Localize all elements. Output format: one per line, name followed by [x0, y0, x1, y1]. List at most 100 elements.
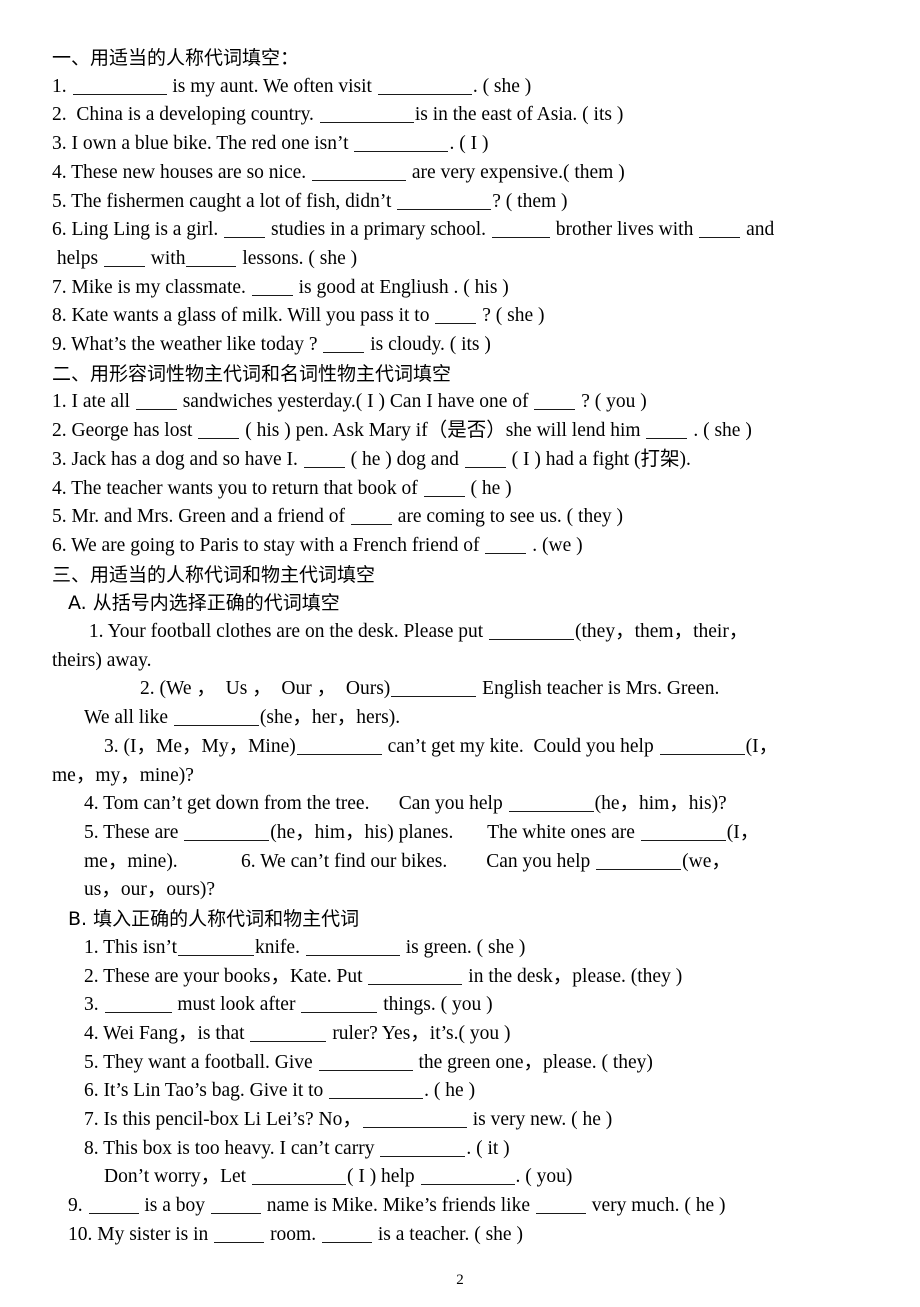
question-text: ? ( she ) — [477, 305, 545, 327]
fill-in-blank[interactable] — [305, 940, 400, 956]
fill-in-blank[interactable] — [659, 739, 745, 755]
question-text: 6. It’s Lin Tao’s bag. Give it to — [84, 1080, 329, 1102]
fill-in-blank[interactable] — [321, 1227, 372, 1243]
fill-in-blank[interactable] — [329, 1083, 424, 1100]
fill-in-blank[interactable] — [319, 107, 414, 124]
fill-in-blank[interactable] — [198, 423, 240, 440]
fill-in-blank[interactable] — [301, 997, 378, 1014]
question-line: 2. China is a developing country. is in … — [52, 101, 890, 130]
question-text: can’t get my kite. Could you help — [382, 735, 659, 757]
question-text: 7. Is this pencil-box Li Lei’s? No， — [84, 1109, 362, 1131]
question-text: 8. Kate wants a glass of milk. Will you … — [52, 305, 435, 327]
fill-in-blank[interactable] — [377, 79, 472, 95]
subsection-heading: B. 填入正确的人称代词和物主代词 — [68, 908, 360, 931]
question-text: are very expensive.( them ) — [407, 161, 625, 183]
fill-in-blank[interactable] — [699, 222, 741, 239]
fill-in-blank[interactable] — [303, 452, 345, 468]
question-text: (he，him，his)? — [594, 793, 727, 815]
fill-in-blank[interactable] — [491, 222, 550, 239]
question-text: (she，her，hers). — [259, 707, 401, 729]
question-text: 5. They want a football. Give — [84, 1051, 318, 1073]
fill-in-blank[interactable] — [397, 194, 492, 210]
question-text: with — [145, 247, 186, 269]
question-line: 3. (I，Me，My，Mine) can’t get my kite. Cou… — [52, 733, 890, 762]
fill-in-blank[interactable] — [646, 423, 688, 440]
fill-in-blank[interactable] — [178, 940, 255, 956]
fill-in-blank[interactable] — [534, 394, 576, 411]
question-line: 9. is a boy name is Mike. Mike’s friends… — [52, 1192, 890, 1221]
fill-in-blank[interactable] — [508, 796, 594, 813]
question-text: sandwiches yesterday.( I ) Can I have on… — [177, 391, 534, 413]
fill-in-blank[interactable] — [250, 1026, 327, 1042]
question-text: brother lives with — [550, 219, 699, 241]
question-text: in the desk，please. (they ) — [463, 965, 683, 987]
question-text: 2. China is a developing country. — [52, 104, 319, 126]
question-line: 7. Mike is my classmate. is good at Engl… — [52, 274, 890, 303]
fill-in-blank[interactable] — [214, 1227, 265, 1243]
fill-in-blank[interactable] — [88, 1198, 139, 1215]
question-text: 5. These are — [84, 821, 184, 843]
question-text: me，mine). 6. We can’t find our bikes. Ca… — [84, 850, 596, 872]
fill-in-blank[interactable] — [485, 538, 527, 554]
page-number: 2 — [456, 1272, 464, 1288]
fill-in-blank[interactable] — [368, 969, 463, 985]
fill-in-blank[interactable] — [354, 136, 449, 153]
fill-in-blank[interactable] — [318, 1055, 413, 1071]
fill-in-blank[interactable] — [210, 1198, 261, 1215]
fill-in-blank[interactable] — [103, 251, 145, 267]
question-line: 4. The teacher wants you to return that … — [52, 475, 890, 504]
fill-in-blank[interactable] — [362, 1112, 467, 1129]
fill-in-blank[interactable] — [420, 1169, 515, 1186]
question-line: 2. These are your books，Kate. Put in the… — [52, 963, 890, 992]
fill-in-blank[interactable] — [104, 997, 172, 1014]
question-line: 3. must look after things. ( you ) — [52, 991, 890, 1020]
fill-in-blank[interactable] — [251, 280, 293, 296]
fill-in-blank[interactable] — [312, 165, 407, 181]
fill-in-blank[interactable] — [489, 624, 575, 641]
question-line: 9. What’s the weather like today ? is cl… — [52, 331, 890, 360]
fill-in-blank[interactable] — [184, 825, 270, 841]
question-text: is good at Engliush . ( his ) — [293, 276, 509, 298]
fill-in-blank[interactable] — [296, 739, 382, 755]
fill-in-blank[interactable] — [391, 681, 477, 698]
fill-in-blank[interactable] — [380, 1141, 466, 1157]
fill-in-blank[interactable] — [596, 854, 682, 870]
question-line: Don’t worry，Let ( I ) help . ( you) — [52, 1163, 890, 1192]
question-text: 3. — [84, 994, 104, 1016]
question-text: 8. This box is too heavy. I can’t carry — [84, 1137, 380, 1159]
question-line: 6. We are going to Paris to stay with a … — [52, 532, 890, 561]
question-line: me，my，mine)? — [52, 762, 890, 791]
question-line: me，mine). 6. We can’t find our bikes. Ca… — [52, 848, 890, 877]
section-heading: 二、用形容词性物主代词和名词性物主代词填空 — [52, 362, 452, 385]
fill-in-blank[interactable] — [173, 710, 259, 727]
fill-in-blank[interactable] — [464, 452, 506, 468]
fill-in-blank[interactable] — [323, 337, 365, 354]
question-line: 3. Jack has a dog and so have I. ( he ) … — [52, 446, 890, 475]
fill-in-blank[interactable] — [423, 481, 465, 497]
question-text: . ( you) — [515, 1166, 573, 1188]
question-line: We all like (she，her，hers). — [52, 704, 890, 733]
question-text: 5. The fishermen caught a lot of fish, d… — [52, 190, 397, 212]
question-line: 5. Mr. and Mrs. Green and a friend of ar… — [52, 503, 890, 532]
fill-in-blank[interactable] — [186, 251, 237, 267]
question-text: 3. (I，Me，My，Mine) — [104, 735, 296, 757]
question-text: 1. I ate all — [52, 391, 135, 413]
question-line: 10. My sister is in room. is a teacher. … — [52, 1221, 890, 1250]
question-text: things. ( you ) — [378, 994, 493, 1016]
question-text: Don’t worry，Let — [104, 1166, 251, 1188]
fill-in-blank[interactable] — [535, 1198, 586, 1215]
question-text: 1. Your football clothes are on the desk… — [84, 621, 489, 643]
question-text: us，our，ours)? — [84, 879, 216, 901]
fill-in-blank[interactable] — [251, 1169, 346, 1186]
fill-in-blank[interactable] — [224, 222, 266, 239]
question-text: is cloudy. ( its ) — [365, 334, 491, 356]
question-text: ( he ) dog and — [345, 448, 464, 470]
question-line: 5. They want a football. Give the green … — [52, 1049, 890, 1078]
question-line: 1. Your football clothes are on the desk… — [52, 618, 890, 647]
fill-in-blank[interactable] — [435, 308, 477, 325]
fill-in-blank[interactable] — [72, 79, 167, 95]
question-text: 3. I own a blue bike. The red one isn’t — [52, 133, 354, 155]
fill-in-blank[interactable] — [640, 825, 726, 841]
fill-in-blank[interactable] — [135, 394, 177, 411]
fill-in-blank[interactable] — [350, 509, 392, 526]
